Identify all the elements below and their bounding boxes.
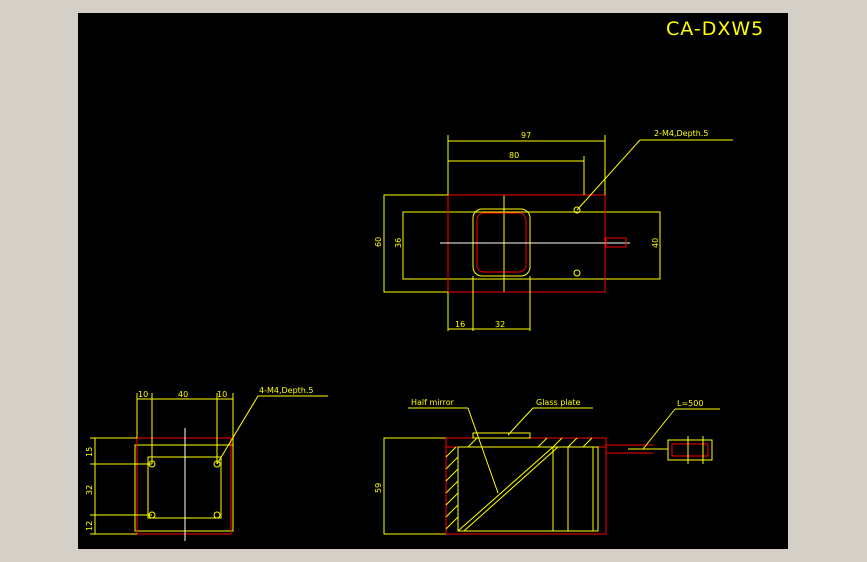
callout-leader-top	[576, 139, 641, 211]
cad-drawing: CA-DXW5 97 80 2-M4,Depth.5 60 36 40 16 3…	[85, 18, 764, 541]
dim-text-80: 80	[509, 151, 519, 160]
dim-text-60: 60	[374, 237, 383, 247]
drawing-canvas[interactable]: CA-DXW5 97 80 2-M4,Depth.5 60 36 40 16 3…	[78, 13, 788, 549]
callout-leader-side	[216, 395, 259, 465]
dim-text-side-32: 32	[85, 485, 94, 495]
dim-text-side-12: 12	[85, 521, 94, 531]
section-view-glass-plate	[472, 432, 531, 439]
top-view-mounting-plate	[402, 211, 661, 280]
top-view-hole-lower	[573, 269, 581, 277]
section-view-block-left	[383, 437, 447, 535]
dim-text-16: 16	[455, 320, 465, 329]
dim-text-59: 59	[374, 483, 383, 493]
section-view-half-mirror-2	[463, 446, 559, 532]
label-leader-cable	[642, 408, 676, 450]
label-cable-length: L=500	[677, 399, 703, 408]
section-view-hatching	[445, 437, 593, 530]
callout-text-top: 2-M4,Depth.5	[654, 129, 709, 138]
dim-text-side-10-left: 10	[138, 390, 148, 399]
drawing-title: CA-DXW5	[666, 18, 764, 40]
dim-text-40: 40	[651, 238, 660, 248]
label-glass-plate: Glass plate	[536, 398, 581, 407]
dim-text-36: 36	[394, 238, 403, 248]
side-view: 10 40 10 15 32 12 4-M4,Depth.5	[85, 386, 328, 541]
section-view-cavity	[457, 446, 599, 532]
dim-text-97: 97	[521, 131, 531, 140]
label-leader-glass-plate	[507, 407, 534, 436]
label-half-mirror: Half mirror	[411, 398, 455, 407]
section-view-body-outline	[445, 437, 607, 535]
section-view: 59 Half mirror Glass plate L=500	[374, 398, 720, 535]
section-view-connector	[667, 439, 713, 461]
dim-text-side-40: 40	[178, 390, 188, 399]
dim-text-32: 32	[495, 320, 505, 329]
side-view-hole-4	[213, 511, 221, 519]
top-view: 97 80 2-M4,Depth.5 60 36 40 16 32	[374, 129, 733, 331]
cad-viewport[interactable]: CA-DXW5 97 80 2-M4,Depth.5 60 36 40 16 3…	[0, 0, 867, 562]
dim-text-side-10-right: 10	[217, 390, 227, 399]
dim-text-side-15: 15	[85, 447, 94, 457]
section-view-half-mirror	[457, 446, 554, 532]
label-leader-half-mirror	[467, 407, 499, 494]
callout-text-side: 4-M4,Depth.5	[259, 386, 314, 395]
